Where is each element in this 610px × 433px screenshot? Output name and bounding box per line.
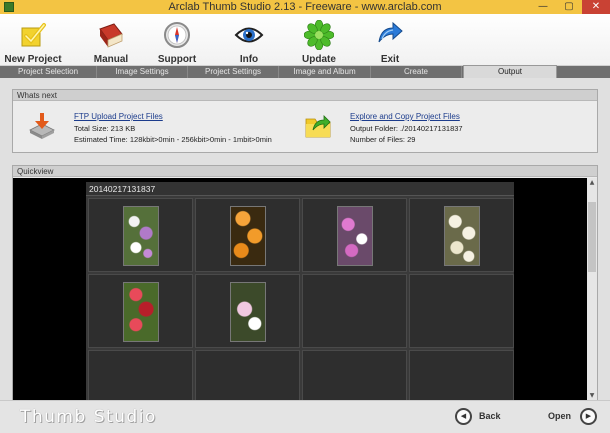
thumbnail-image[interactable] <box>230 206 266 266</box>
scrollbar-thumb[interactable] <box>588 202 596 272</box>
main-area: Whats next FTP Upload Project Files Tota… <box>0 78 610 400</box>
new-project-button[interactable]: New Project <box>2 18 64 66</box>
thumbnail-image[interactable] <box>123 206 159 266</box>
gallery-cell[interactable] <box>88 350 193 400</box>
exit-button[interactable]: Exit <box>359 18 421 66</box>
quickview-panel: Quickview 20140217131837 ▲ ▼ <box>12 165 598 400</box>
output-folder-text: Output Folder: ./20140217131837 <box>350 124 463 133</box>
gallery-cell[interactable] <box>302 350 407 400</box>
gallery-cell[interactable] <box>195 274 300 348</box>
manual-label: Manual <box>93 54 129 65</box>
flower-icon <box>304 20 334 50</box>
back-button[interactable]: ◀ Back <box>455 408 503 426</box>
gallery-cell[interactable] <box>302 274 407 348</box>
gallery-cell[interactable] <box>409 198 514 272</box>
tab-project-selection[interactable]: Project Selection <box>0 66 97 78</box>
explore-copy-link[interactable]: Explore and Copy Project Files <box>350 112 460 121</box>
tab-project-settings[interactable]: Project Settings <box>188 66 279 78</box>
gallery-cell[interactable] <box>409 350 514 400</box>
thumbnail-image[interactable] <box>337 206 373 266</box>
eye-icon <box>234 27 264 43</box>
support-label: Support <box>157 54 197 65</box>
gallery-cell[interactable] <box>88 198 193 272</box>
gallery-cell[interactable] <box>409 274 514 348</box>
scroll-up-icon[interactable]: ▲ <box>587 178 597 187</box>
update-button[interactable]: Update <box>288 18 350 66</box>
wizard-tabs: Project Selection Image Settings Project… <box>0 65 610 88</box>
exit-label: Exit <box>380 54 400 65</box>
gallery-preview: 20140217131837 <box>86 182 514 400</box>
folder-explore-icon <box>305 115 331 138</box>
open-arrow-icon: ▶ <box>580 408 597 425</box>
whats-next-panel: Whats next FTP Upload Project Files Tota… <box>12 89 598 153</box>
update-label: Update <box>302 54 336 65</box>
manual-button[interactable]: Manual <box>80 18 142 66</box>
quickview-scrollbar[interactable]: ▲ ▼ <box>587 178 597 400</box>
gallery-cell[interactable] <box>88 274 193 348</box>
compass-icon <box>164 22 190 48</box>
minimize-button[interactable]: — <box>530 0 556 14</box>
quickview-title: Quickview <box>13 166 597 177</box>
info-button[interactable]: Info <box>218 18 280 66</box>
gallery-cell[interactable] <box>195 198 300 272</box>
total-size-text: Total Size: 213 KB <box>74 124 136 133</box>
toolbar: New Project Manual Support Info Update E… <box>0 14 610 66</box>
footer: Thumb Studio ◀ Back Open ▶ <box>0 400 610 433</box>
title-bar: Arclab Thumb Studio 2.13 - Freeware - ww… <box>0 0 610 14</box>
thumbnail-image[interactable] <box>230 282 266 342</box>
whats-next-title: Whats next <box>13 90 597 101</box>
new-project-label: New Project <box>4 54 62 65</box>
ftp-upload-link[interactable]: FTP Upload Project Files <box>74 112 163 121</box>
window-title: Arclab Thumb Studio 2.13 - Freeware - ww… <box>168 1 442 13</box>
back-label: Back <box>479 411 501 421</box>
maximize-button[interactable]: ▢ <box>556 0 582 14</box>
scroll-down-icon[interactable]: ▼ <box>587 391 597 400</box>
estimated-time-text: Estimated Time: 128kbit>0min - 256kbit>0… <box>74 135 272 144</box>
back-arrow-icon: ◀ <box>455 408 472 425</box>
info-label: Info <box>239 54 259 65</box>
open-button[interactable]: Open ▶ <box>548 408 600 426</box>
tab-image-album-selection[interactable]: Image and Album Selection <box>279 66 371 88</box>
new-project-icon <box>21 23 46 47</box>
close-button[interactable]: ✕ <box>582 0 610 14</box>
number-of-files-text: Number of Files: 29 <box>350 135 416 144</box>
quickview-viewport[interactable]: 20140217131837 ▲ ▼ <box>13 178 597 400</box>
gallery-title: 20140217131837 <box>86 182 514 196</box>
brand-logo: Thumb Studio <box>20 407 157 427</box>
book-icon <box>99 23 123 48</box>
thumbnail-image[interactable] <box>123 282 159 342</box>
tab-image-settings[interactable]: Image Settings <box>97 66 188 78</box>
gallery-cell[interactable] <box>302 198 407 272</box>
exit-arrow-icon <box>378 21 403 43</box>
open-label: Open <box>548 411 572 421</box>
tab-create[interactable]: Create <box>371 66 462 78</box>
support-button[interactable]: Support <box>146 18 208 66</box>
ftp-upload-icon <box>29 113 55 139</box>
tab-output[interactable]: Output <box>463 65 557 78</box>
gallery-cell[interactable] <box>195 350 300 400</box>
thumbnail-image[interactable] <box>444 206 480 266</box>
